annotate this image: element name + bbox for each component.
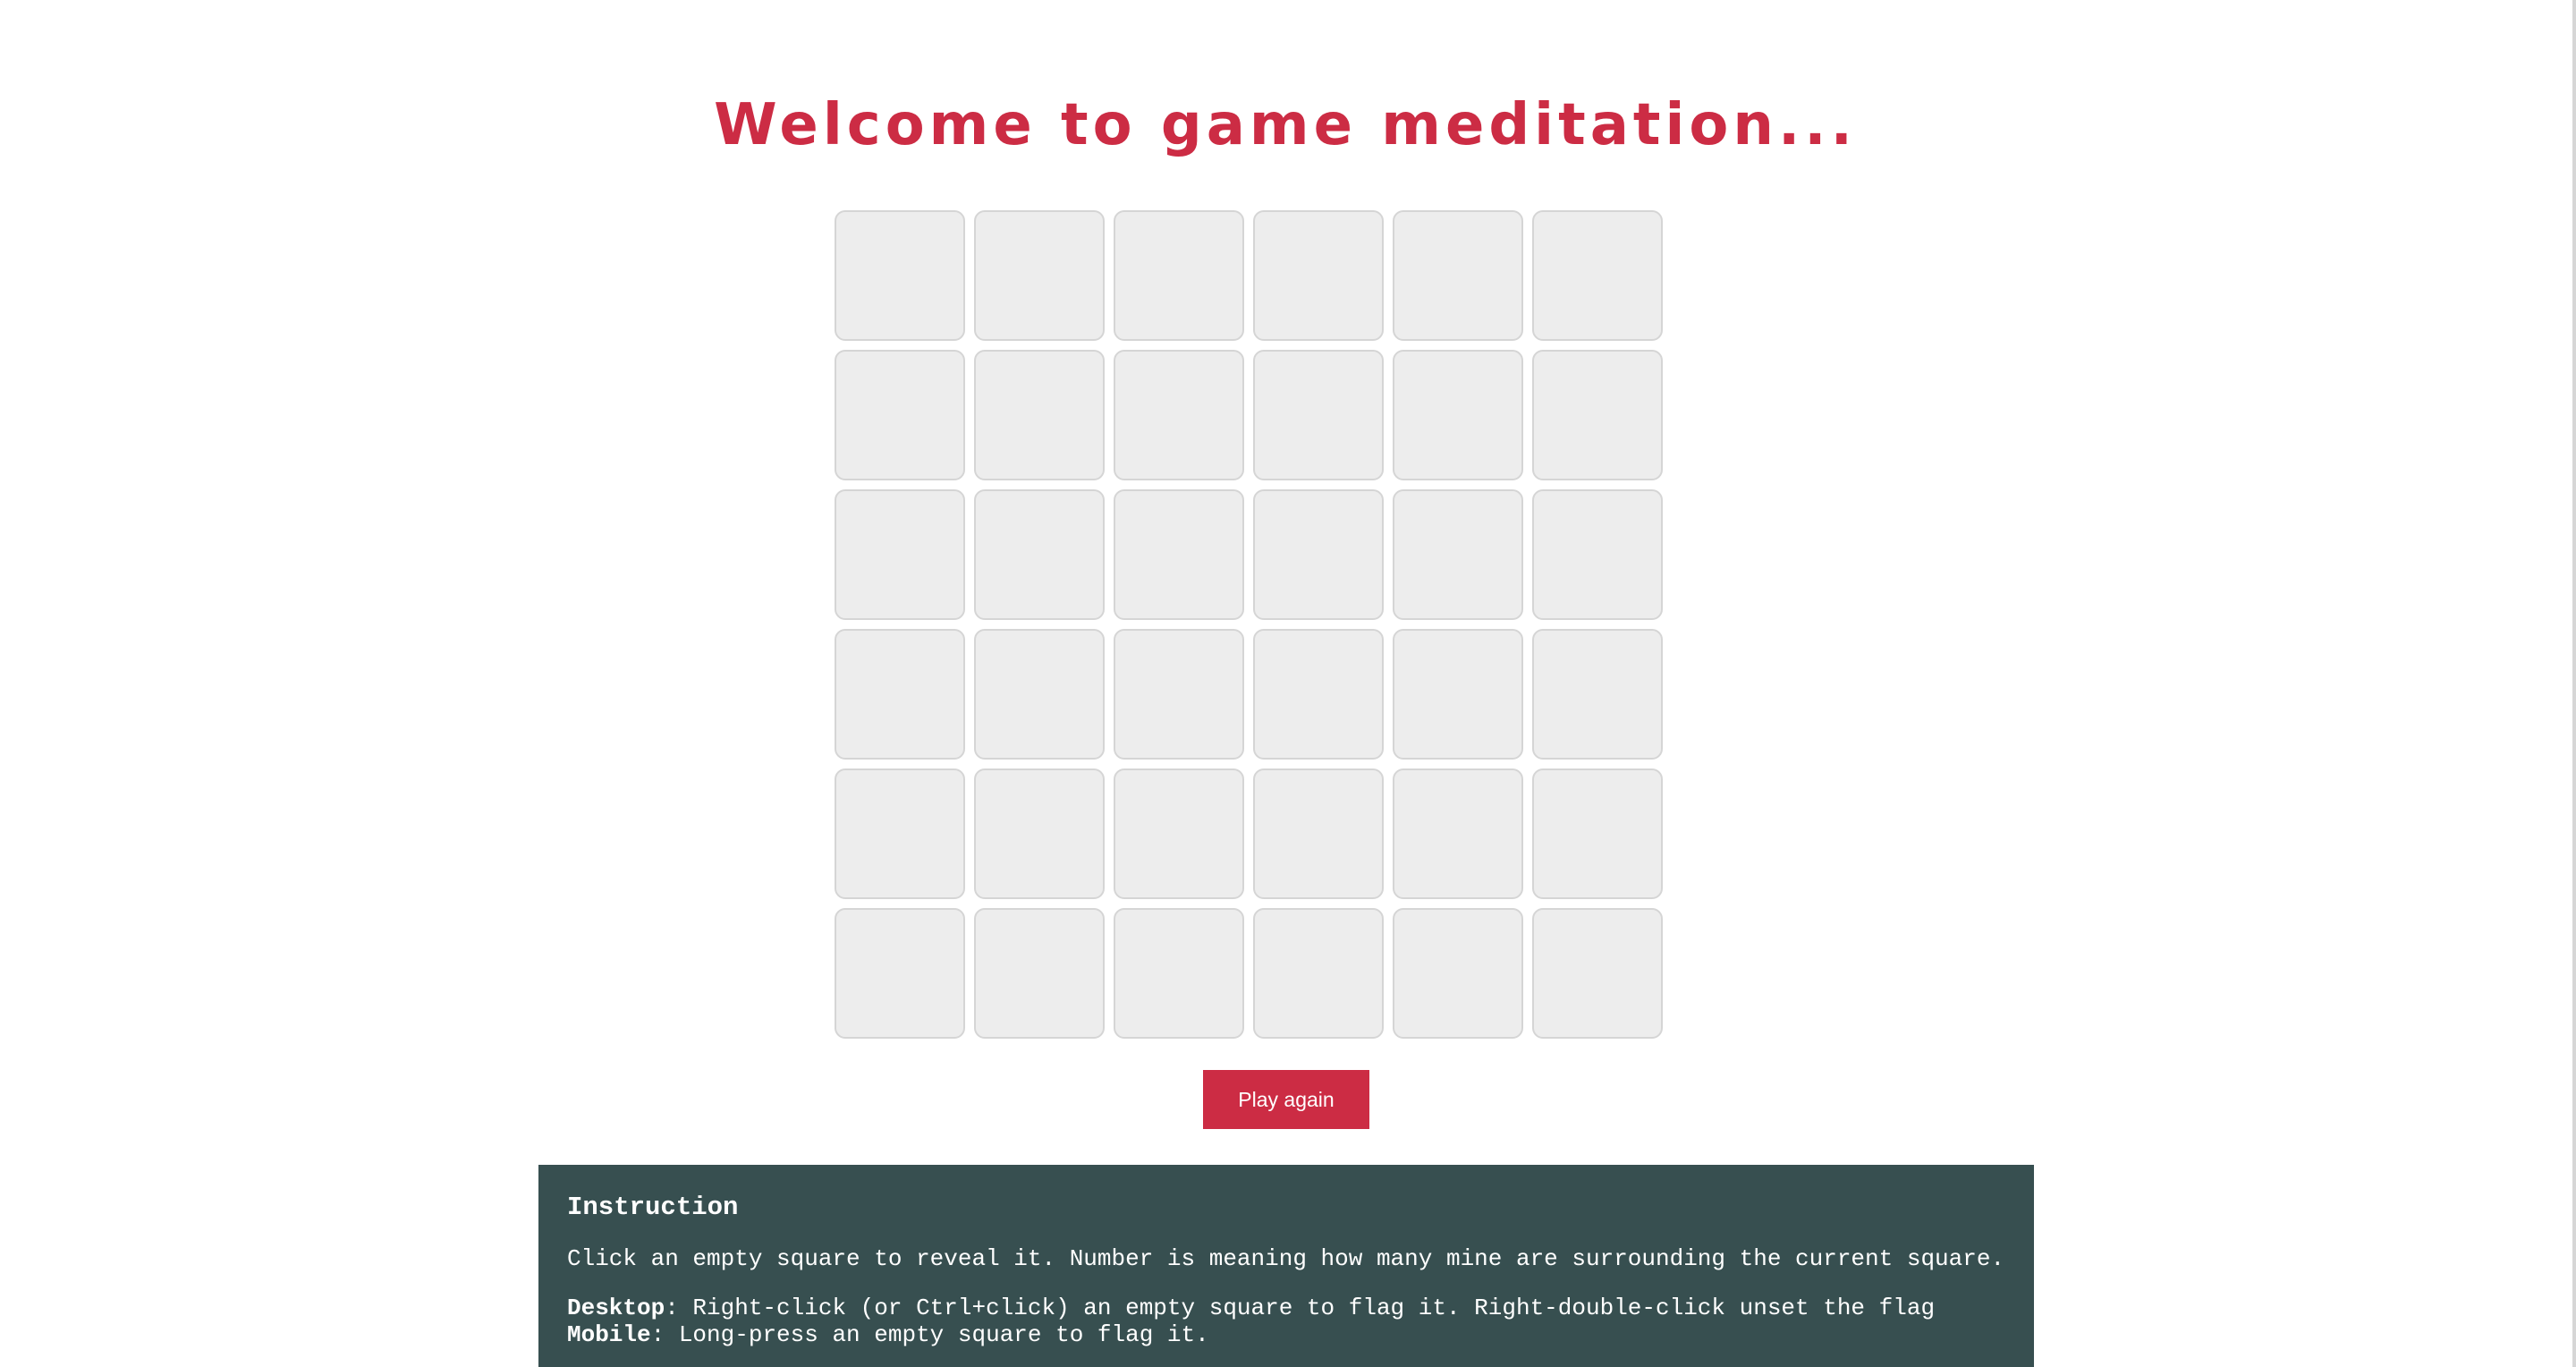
board-cell[interactable] (1532, 350, 1663, 480)
mobile-instruction: Mobile: Long-press an empty square to fl… (567, 1321, 2005, 1348)
desktop-text: : Right-click (or Ctrl+click) an empty s… (665, 1295, 1936, 1321)
board-cell[interactable] (1114, 350, 1244, 480)
board-cell[interactable] (974, 350, 1105, 480)
board-cell[interactable] (1114, 489, 1244, 620)
board-cell[interactable] (1393, 210, 1523, 341)
board-cell[interactable] (1393, 489, 1523, 620)
play-again-button[interactable]: Play again (1203, 1070, 1369, 1129)
board-cell[interactable] (974, 908, 1105, 1039)
instruction-panel: Instruction Click an empty square to rev… (538, 1165, 2034, 1367)
board-cell[interactable] (835, 908, 965, 1039)
board-cell[interactable] (1393, 908, 1523, 1039)
board-cell[interactable] (1532, 210, 1663, 341)
board-cell[interactable] (1114, 629, 1244, 760)
board-cell[interactable] (1393, 768, 1523, 899)
board-cell[interactable] (835, 629, 965, 760)
board-cell[interactable] (1532, 908, 1663, 1039)
board-cell[interactable] (1253, 908, 1384, 1039)
mobile-text: : Long-press an empty square to flag it. (650, 1321, 1209, 1348)
board-cell[interactable] (1253, 210, 1384, 341)
board-cell[interactable] (1114, 908, 1244, 1039)
mobile-label: Mobile (567, 1321, 651, 1348)
board-cell[interactable] (974, 489, 1105, 620)
board-cell[interactable] (835, 350, 965, 480)
board-cell[interactable] (974, 629, 1105, 760)
board-cell[interactable] (835, 768, 965, 899)
board-cell[interactable] (1253, 768, 1384, 899)
board-cell[interactable] (835, 489, 965, 620)
board-cell[interactable] (835, 210, 965, 341)
instruction-text: Click an empty square to reveal it. Numb… (567, 1245, 2005, 1272)
instruction-heading: Instruction (567, 1193, 739, 1222)
board-cell[interactable] (974, 210, 1105, 341)
board-cell[interactable] (1253, 629, 1384, 760)
board-cell[interactable] (1114, 768, 1244, 899)
board-cell[interactable] (1393, 629, 1523, 760)
board-cell[interactable] (1253, 489, 1384, 620)
board-cell[interactable] (1532, 629, 1663, 760)
board-cell[interactable] (1253, 350, 1384, 480)
board-cell[interactable] (1532, 768, 1663, 899)
page-title: Welcome to game meditation... (714, 92, 1857, 158)
desktop-instruction: Desktop: Right-click (or Ctrl+click) an … (567, 1295, 2005, 1321)
board-cell[interactable] (1532, 489, 1663, 620)
board-cell[interactable] (1114, 210, 1244, 341)
game-board (835, 210, 1663, 1039)
desktop-label: Desktop (567, 1295, 665, 1321)
board-cell[interactable] (1393, 350, 1523, 480)
window-right-edge (2572, 0, 2576, 1367)
board-cell[interactable] (974, 768, 1105, 899)
